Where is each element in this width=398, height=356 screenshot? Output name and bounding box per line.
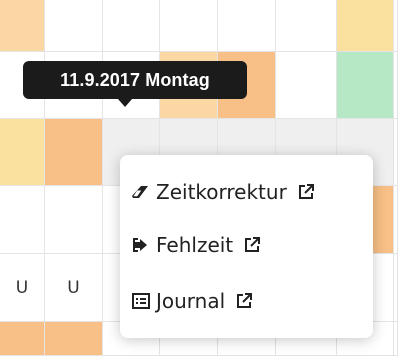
calendar-cell[interactable] [0, 322, 45, 356]
calendar-cell[interactable] [394, 119, 398, 186]
calendar-cell[interactable] [45, 119, 103, 186]
menu-item-label: Journal [156, 289, 226, 313]
calendar-cell[interactable] [45, 322, 103, 356]
menu-item-label: Fehlzeit [156, 233, 234, 257]
external-link-icon[interactable] [243, 235, 263, 255]
cell-label: U [15, 277, 29, 298]
calendar-cell[interactable] [337, 52, 394, 119]
calendar-cell[interactable] [337, 0, 394, 52]
calendar-cell[interactable] [0, 0, 45, 52]
tooltip-arrow [118, 99, 132, 107]
calendar-cell[interactable] [394, 254, 398, 322]
context-menu: Zeitkorrektur Fehlzeit Journal [120, 155, 373, 338]
menu-item-journal[interactable]: Journal [120, 281, 255, 321]
menu-item-fehlzeit[interactable]: Fehlzeit [120, 225, 263, 265]
menu-item-label: Zeitkorrektur [156, 180, 287, 204]
calendar-cell[interactable] [276, 0, 337, 52]
calendar-cell[interactable] [394, 322, 398, 356]
calendar-cell[interactable] [0, 119, 45, 186]
calendar-cell[interactable] [394, 186, 398, 254]
tooltip-text: 11.9.2017 Montag [60, 69, 210, 90]
external-link-icon[interactable] [297, 182, 317, 202]
external-link-icon[interactable] [235, 291, 255, 311]
eraser-icon [131, 182, 151, 202]
list-alt-icon [131, 291, 151, 311]
calendar-cell[interactable] [103, 0, 160, 52]
calendar-cell[interactable] [45, 186, 103, 254]
calendar-cell[interactable] [160, 0, 218, 52]
calendar-cell[interactable]: U [0, 254, 45, 322]
calendar-cell[interactable] [394, 52, 398, 119]
calendar-cell[interactable] [45, 0, 103, 52]
menu-item-zeitkorrektur[interactable]: Zeitkorrektur [120, 172, 317, 212]
calendar-cell[interactable]: U [45, 254, 103, 322]
sign-out-icon [131, 235, 151, 255]
cell-label: U [67, 277, 80, 298]
calendar-cell[interactable] [218, 0, 276, 52]
calendar-cell[interactable] [0, 186, 45, 254]
calendar-cell[interactable] [276, 52, 337, 119]
date-tooltip: 11.9.2017 Montag [23, 61, 247, 99]
calendar-cell[interactable] [394, 0, 398, 52]
